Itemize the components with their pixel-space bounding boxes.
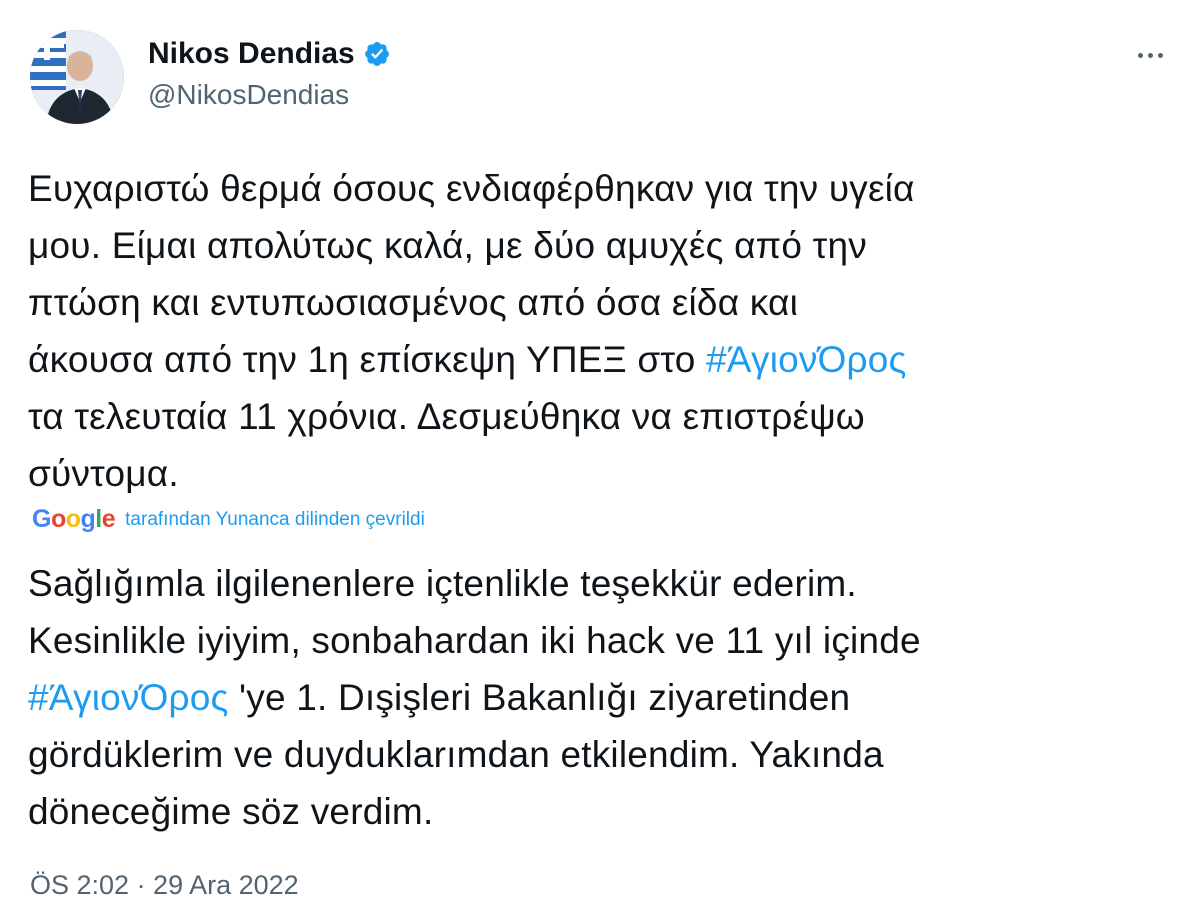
text-line: σύντομα. [28, 453, 179, 494]
avatar[interactable] [30, 30, 124, 124]
text-line: gördüklerim ve duyduklarımdan etkilendim… [28, 734, 884, 775]
hashtag-link[interactable]: #ΆγιονΌρος [706, 339, 907, 380]
translation-label: tarafından Yunanca dilinden çevrildi [125, 508, 425, 530]
more-options-icon[interactable] [1130, 40, 1170, 70]
verified-badge-icon [363, 40, 391, 68]
google-logo: Google [32, 505, 116, 533]
author-display-name[interactable]: Nikos Dendias [148, 36, 355, 72]
tweet-original-text: Ευχαριστώ θερμά όσους ενδιαφέρθηκαν για … [28, 160, 1178, 502]
hashtag-link[interactable]: #ΆγιονΌρος [28, 677, 229, 718]
text-segment: άκουσα από την 1η επίσκεψη ΥΠΕΞ στο [28, 339, 706, 380]
author-name-row: Nikos Dendias [148, 36, 391, 72]
text-segment: 'ye 1. Dışişleri Bakanlığı ziyaretinden [228, 677, 851, 718]
text-line: πτώση και εντυπωσιασμένος από όσα είδα κ… [28, 282, 799, 323]
avatar-image [30, 30, 124, 124]
author-info: Nikos Dendias @NikosDendias [148, 36, 391, 112]
author-handle[interactable]: @NikosDendias [148, 78, 391, 112]
text-line: Sağlığımla ilgilenenlere içtenlikle teşe… [28, 563, 857, 604]
text-line: Ευχαριστώ θερμά όσους ενδιαφέρθηκαν για … [28, 168, 915, 209]
more-dot [1147, 52, 1153, 58]
tweet-translated-text: Sağlığımla ilgilenenlere içtenlikle teşe… [28, 555, 1178, 840]
tweet-header: Nikos Dendias @NikosDendias [30, 30, 1170, 126]
more-dot [1137, 52, 1143, 58]
text-line: μου. Είμαι απολύτως καλά, με δύο αμυχές … [28, 225, 867, 266]
more-dot [1157, 52, 1163, 58]
tweet-card: Nikos Dendias @NikosDendias Ευχαριστώ θε… [0, 0, 1200, 913]
tweet-timestamp[interactable]: ÖS 2:02 · 29 Ara 2022 [30, 870, 299, 901]
text-line: döneceğime söz verdim. [28, 791, 434, 832]
translation-attribution[interactable]: Google tarafından Yunanca dilinden çevri… [32, 505, 425, 534]
text-line: άκουσα από την 1η επίσκεψη ΥΠΕΞ στο #Άγι… [28, 331, 1178, 388]
text-line: #ΆγιονΌρος 'ye 1. Dışişleri Bakanlığı zi… [28, 669, 1178, 726]
text-line: Kesinlikle iyiyim, sonbahardan iki hack … [28, 620, 921, 661]
text-line: τα τελευταία 11 χρόνια. Δεσμεύθηκα να επ… [28, 396, 865, 437]
